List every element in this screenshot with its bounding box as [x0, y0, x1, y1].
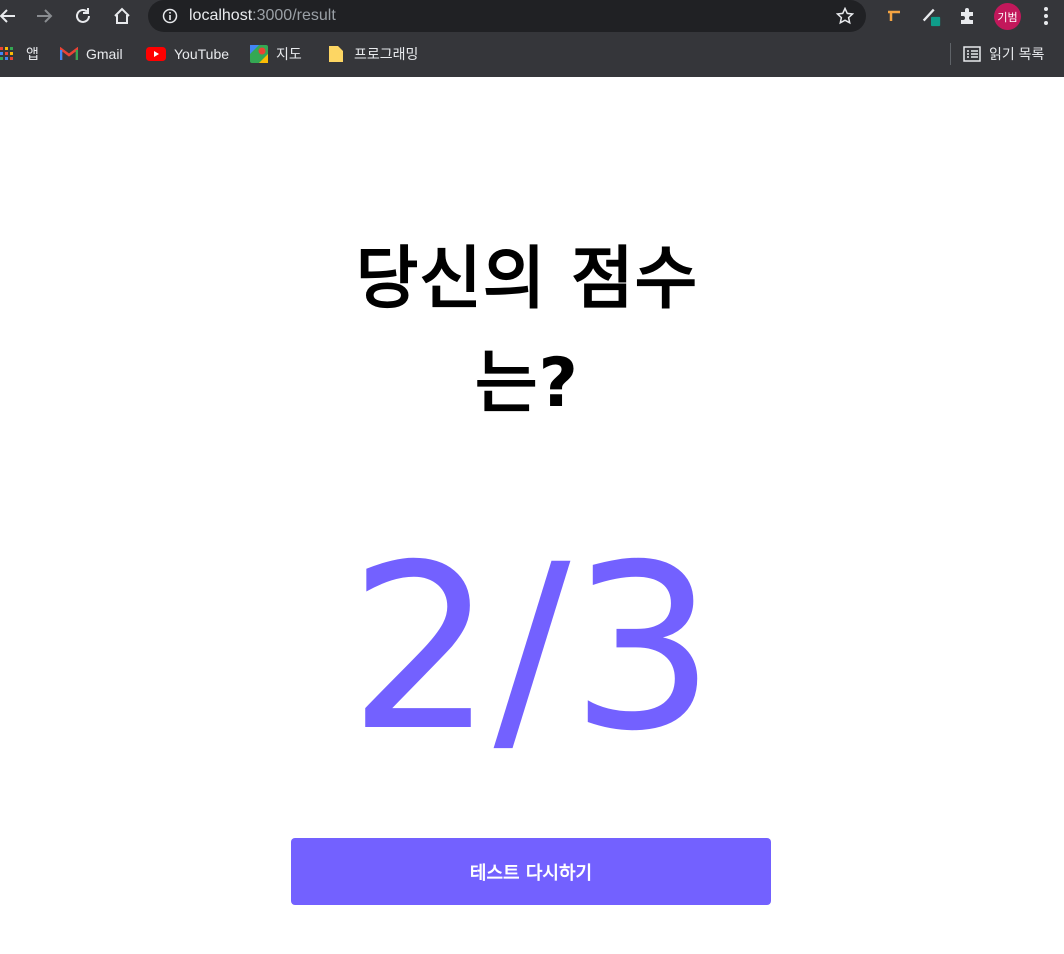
- url-host: localhost: [189, 7, 253, 24]
- reload-icon: [76, 8, 90, 23]
- bookmark-apps[interactable]: 앱: [0, 44, 39, 64]
- extension-pen-icon[interactable]: [920, 5, 942, 27]
- site-info-icon[interactable]: [162, 8, 178, 28]
- heading-line-2: 는?: [474, 344, 579, 423]
- maps-icon: [250, 45, 268, 63]
- bookmark-label: 앱: [26, 46, 39, 62]
- bookmark-label: 지도: [276, 46, 302, 62]
- arrow-right-icon: [37, 9, 53, 23]
- reading-list-label: 읽기 목록: [989, 46, 1045, 62]
- result-heading: 당신의 점수 는?: [282, 228, 772, 436]
- extension-bracket-icon[interactable]: [883, 5, 905, 27]
- score-display: 2/3: [348, 515, 716, 781]
- extensions-puzzle-icon[interactable]: [957, 5, 979, 27]
- bookmark-label: 프로그래밍: [354, 46, 419, 62]
- bookmark-folder-programming[interactable]: 프로그래밍: [328, 44, 418, 64]
- browser-toolbar: localhost:3000/result 기범: [0, 0, 1064, 33]
- bookmark-youtube[interactable]: YouTube: [146, 44, 229, 64]
- bookmark-label: Gmail: [86, 46, 123, 62]
- profile-avatar[interactable]: 기범: [994, 3, 1021, 30]
- forward-button[interactable]: [30, 2, 58, 30]
- address-bar[interactable]: localhost:3000/result: [148, 0, 866, 32]
- folder-icon: [329, 46, 343, 62]
- url-text[interactable]: localhost:3000/result: [189, 7, 336, 25]
- home-button[interactable]: [108, 2, 136, 30]
- reading-list-button[interactable]: 읽기 목록: [963, 44, 1044, 64]
- bookmark-gmail[interactable]: Gmail: [60, 44, 123, 64]
- bookmarks-divider: [950, 43, 951, 65]
- url-path: :3000/result: [252, 7, 336, 24]
- youtube-icon: [146, 47, 166, 61]
- back-button[interactable]: [0, 2, 22, 30]
- bookmark-label: YouTube: [174, 46, 230, 62]
- retry-test-button[interactable]: 테스트 다시하기: [291, 838, 771, 905]
- reading-list-icon: [963, 46, 981, 62]
- bookmark-star-icon[interactable]: [835, 6, 855, 29]
- bookmark-maps[interactable]: 지도: [250, 44, 302, 64]
- gmail-icon: [60, 47, 78, 60]
- home-icon: [114, 7, 130, 24]
- reload-button[interactable]: [69, 2, 97, 30]
- menu-kebab-icon[interactable]: [1035, 5, 1057, 27]
- arrow-left-icon: [0, 9, 15, 23]
- apps-grid-icon: [0, 47, 13, 60]
- heading-line-1: 당신의 점수: [355, 240, 699, 319]
